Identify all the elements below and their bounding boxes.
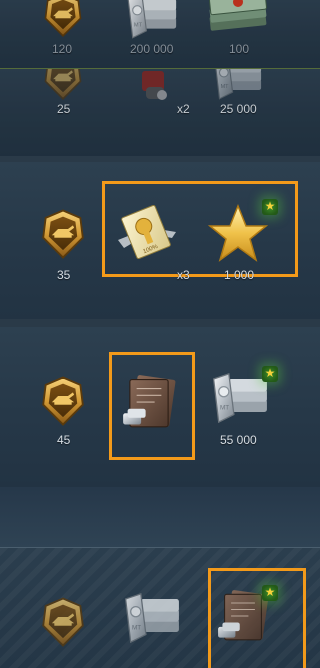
reward-row-3: 35 100% x3 ★ 1 000 [0,162,320,319]
reward-quantity: 25 000 [220,102,257,116]
level-medal-icon [44,69,82,100]
level-label: 120 [52,42,73,56]
elite-star-badge-icon: ★ [262,366,278,382]
reward-row-1: 120 200 000 100 [0,0,320,68]
level-medal-icon [42,209,84,259]
banknotes-stack-icon [209,0,267,31]
reward-quantity: 100 [229,42,250,56]
silver-bars-icon [127,0,177,39]
row-gap [0,319,320,327]
level-label: 35 [57,268,71,282]
row-gap [0,487,320,547]
elite-star-badge-icon: ★ [262,199,278,215]
reward-row-4: 45 ★ 55 000 [0,327,320,487]
reward-quantity: 200 000 [130,42,174,56]
elite-star-badge-icon: ★ [262,585,278,601]
documents-with-silver-icon[interactable] [122,375,176,429]
level-medal-icon [44,0,82,37]
repair-ticket-icon[interactable]: 100% [114,204,178,260]
reward-row-5: ★ [0,548,320,668]
reward-quantity: 1 000 [224,268,255,282]
reward-row-2: 25 x2 25 000 [0,69,320,156]
level-medal-icon [42,376,84,426]
level-label: 45 [57,433,71,447]
level-label: 25 [57,102,71,116]
level-medal-icon [42,597,84,647]
consumable-icon [142,71,167,100]
gold-star-icon[interactable] [208,204,268,262]
silver-bars-icon [214,69,262,100]
reward-quantity: x2 [177,102,190,116]
reward-quantity: 55 000 [220,433,257,447]
silver-bars-icon[interactable] [118,590,184,646]
reward-quantity: x3 [177,268,190,282]
documents-with-silver-icon[interactable] [218,590,268,642]
